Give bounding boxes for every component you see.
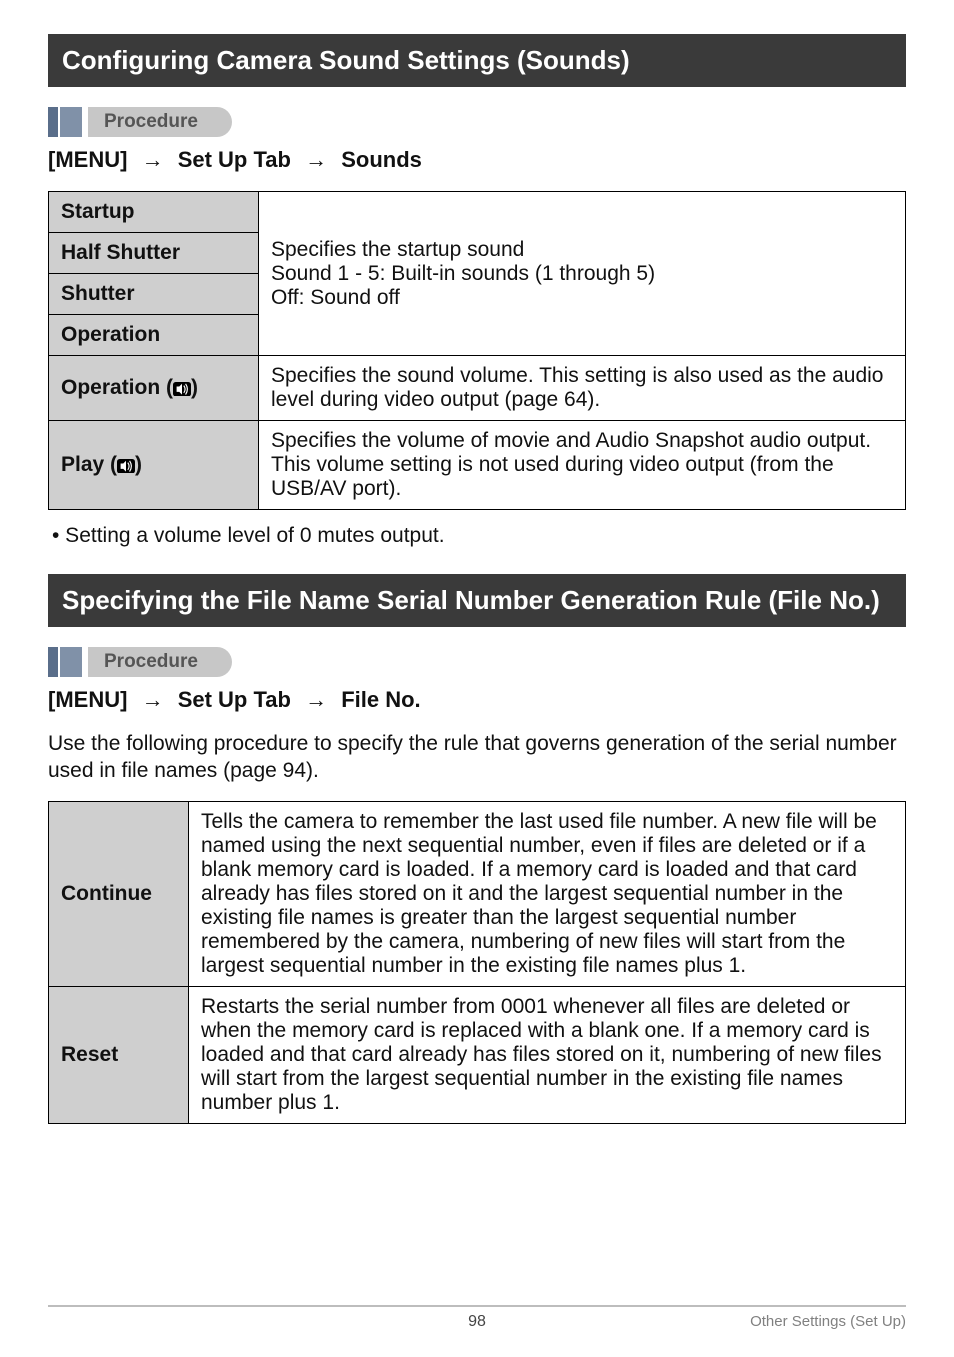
arrow-icon: → [305,147,327,173]
row-key-shutter: Shutter [49,274,259,315]
menu-token: [MENU] [48,687,127,712]
menu-path-fileno: [MENU] → Set Up Tab → File No. [48,687,906,713]
procedure-pill: Procedure [88,647,232,677]
row-key-play-volume: Play ( ) [49,421,259,510]
table-row: Startup Specifies the startup sound Soun… [49,192,906,233]
menu-token: Set Up Tab [178,687,291,712]
table-row: Operation ( ) Specifies the sound volume… [49,356,906,421]
menu-path-sounds: [MENU] → Set Up Tab → Sounds [48,147,906,173]
continue-description: Tells the camera to remember the last us… [189,801,906,986]
label-prefix: Operation ( [61,376,173,399]
reset-description: Restarts the serial number from 0001 whe… [189,986,906,1123]
section-heading-sounds: Configuring Camera Sound Settings (Sound… [48,34,906,87]
fileno-table: Continue Tells the camera to remember th… [48,801,906,1124]
table-row: Play ( ) Specifies the volume of movie a… [49,421,906,510]
row-key-startup: Startup [49,192,259,233]
label-suffix: ) [135,453,142,476]
menu-token: Sounds [341,147,422,172]
table-row: Continue Tells the camera to remember th… [49,801,906,986]
row-key-continue: Continue [49,801,189,986]
text-line: Specifies the startup sound [271,238,893,262]
page-number: 98 [468,1313,486,1331]
text-line: Sound 1 - 5: Built-in sounds (1 through … [271,262,893,286]
procedure-bar-narrow [48,647,58,677]
startup-sound-description: Specifies the startup sound Sound 1 - 5:… [259,192,906,356]
procedure-row-2: Procedure [48,647,906,677]
menu-token: [MENU] [48,147,127,172]
row-key-half-shutter: Half Shutter [49,233,259,274]
speaker-icon [117,459,135,473]
table-row: Reset Restarts the serial number from 00… [49,986,906,1123]
footer-rule [48,1305,906,1307]
operation-volume-description: Specifies the sound volume. This setting… [259,356,906,421]
arrow-icon: → [142,147,164,173]
procedure-row-1: Procedure [48,107,906,137]
row-key-reset: Reset [49,986,189,1123]
footer-section-title: Other Settings (Set Up) [750,1313,906,1330]
procedure-bar-wide [60,647,82,677]
procedure-bar-narrow [48,107,58,137]
menu-token: File No. [341,687,420,712]
procedure-pill: Procedure [88,107,232,137]
speaker-icon [173,382,191,396]
label-suffix: ) [191,376,198,399]
page-footer: 98 Other Settings (Set Up) [48,1305,906,1331]
arrow-icon: → [142,687,164,713]
row-key-operation: Operation [49,315,259,356]
menu-token: Set Up Tab [178,147,291,172]
arrow-icon: → [305,687,327,713]
play-volume-description: Specifies the volume of movie and Audio … [259,421,906,510]
section-heading-fileno: Specifying the File Name Serial Number G… [48,574,906,627]
fileno-intro-paragraph: Use the following procedure to specify t… [48,731,906,785]
note-bullet: • Setting a volume level of 0 mutes outp… [52,524,906,548]
procedure-bar-wide [60,107,82,137]
row-key-operation-volume: Operation ( ) [49,356,259,421]
text-line: Off: Sound off [271,286,893,310]
sounds-table: Startup Specifies the startup sound Soun… [48,191,906,510]
label-prefix: Play ( [61,453,117,476]
